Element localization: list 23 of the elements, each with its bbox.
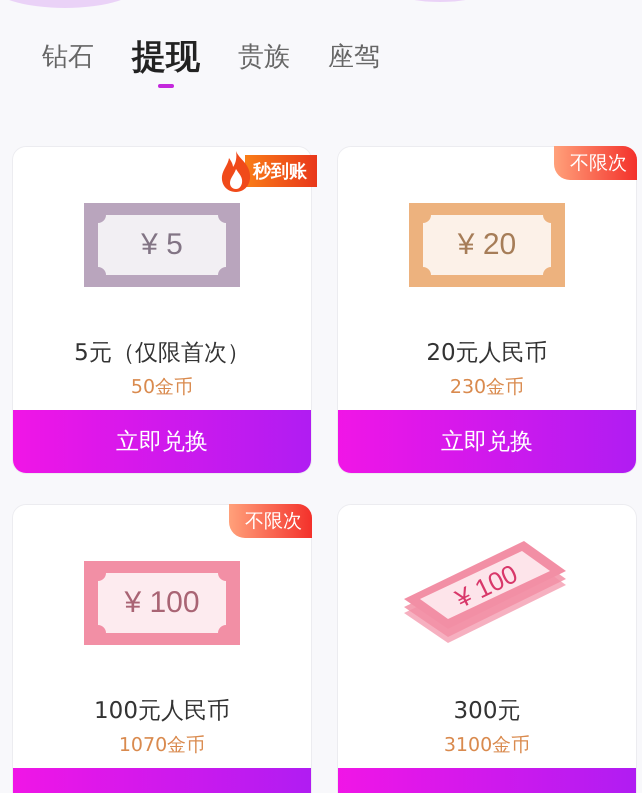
flame-icon — [219, 149, 253, 193]
redeem-button[interactable]: 立即兑换 — [338, 410, 636, 473]
badge: 秒到账 — [245, 155, 317, 187]
bill-amount: ¥ 5 — [141, 228, 183, 262]
coin-price: 50金币 — [130, 376, 194, 398]
redeem-button[interactable]: 立即兑换 — [13, 410, 311, 473]
badge: 不限次 — [229, 504, 312, 538]
reward-title: 20元人民币 — [426, 340, 548, 366]
reward-title: 5元（仅限首次） — [74, 340, 250, 366]
reward-title: 300元 — [454, 698, 520, 724]
coin-price: 230金币 — [450, 376, 524, 398]
coin-price: 3100金币 — [444, 734, 530, 756]
tab[interactable]: 贵族 — [238, 36, 290, 78]
bill-amount: ¥ 20 — [458, 228, 516, 262]
badge: 不限次 — [554, 146, 637, 180]
bill-amount: ¥ 100 — [450, 558, 524, 614]
tab[interactable]: 座驾 — [328, 36, 380, 78]
coin-price: 1070金币 — [118, 734, 206, 756]
tab[interactable]: 提现 — [132, 36, 200, 88]
tab[interactable]: 钻石 — [42, 36, 94, 78]
tab-indicator — [158, 84, 174, 88]
reward-title: 100元人民币 — [94, 698, 230, 724]
bill-amount: ¥ 100 — [124, 586, 200, 620]
